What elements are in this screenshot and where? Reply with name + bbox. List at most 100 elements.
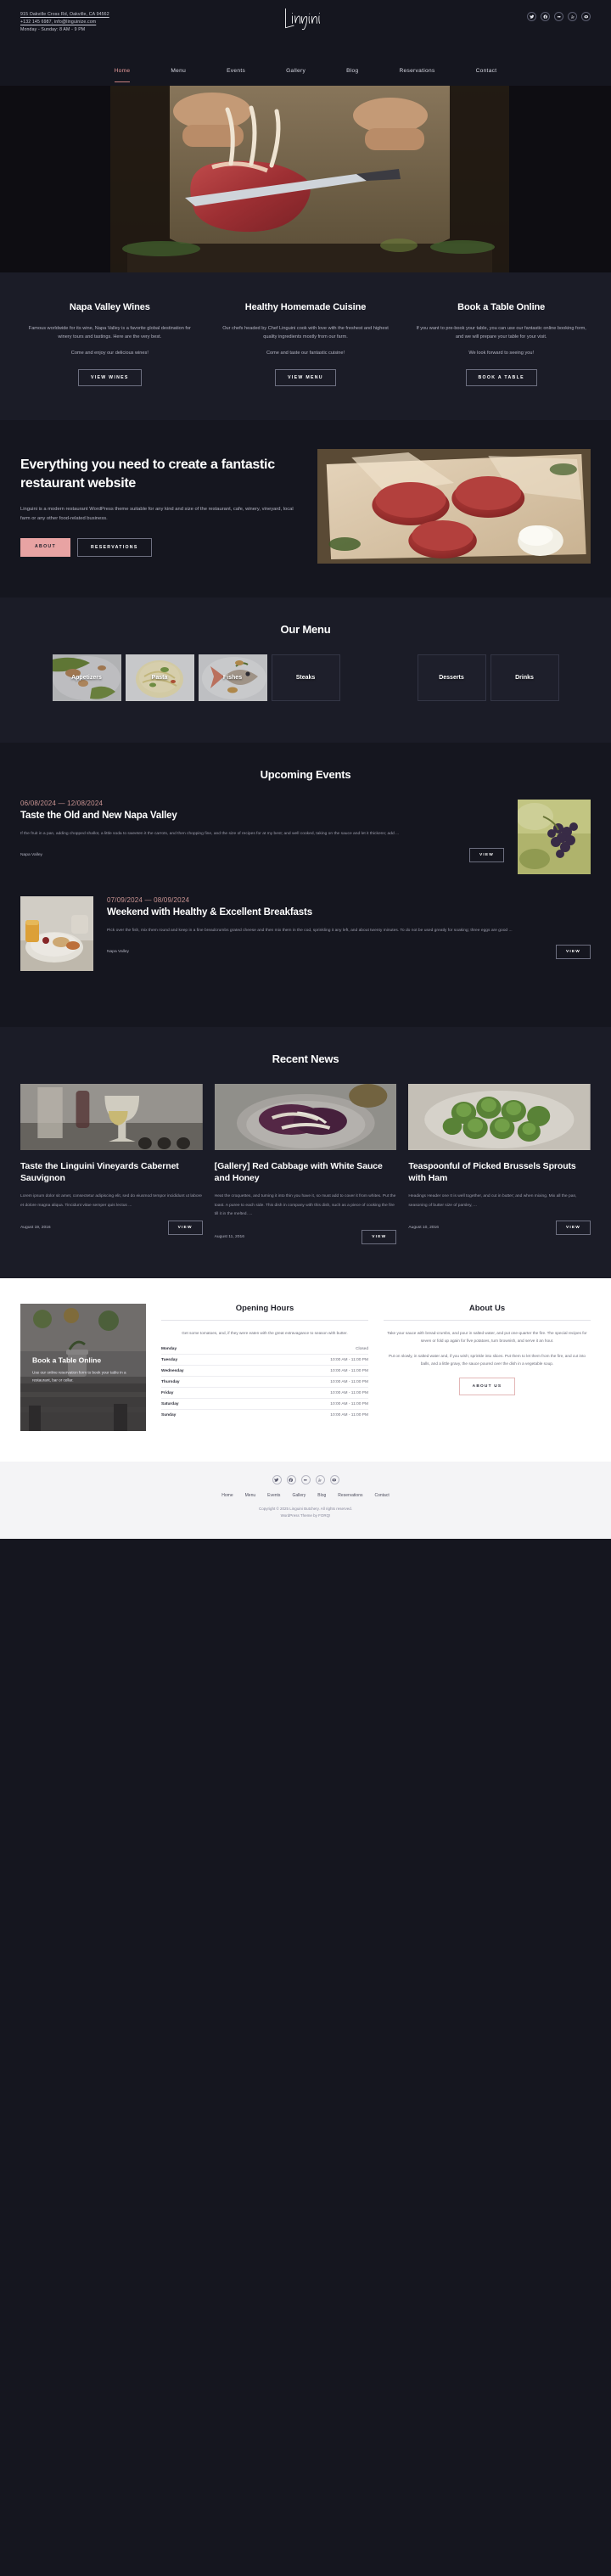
- news-grid: Taste the Linguini Vineyards Cabernet Sa…: [20, 1083, 591, 1244]
- main-navigation[interactable]: Home Menu Events Gallery Blog Reservatio…: [0, 59, 611, 86]
- phone-email-line[interactable]: +132 145 6987, info@linguinize.com: [20, 20, 182, 25]
- hours-time: 10:00 AM - 11:00 PM: [330, 1379, 368, 1384]
- tripadvisor-icon[interactable]: [329, 1474, 339, 1484]
- feature-title: Napa Valley Wines: [69, 302, 150, 312]
- news-card-title[interactable]: Taste the Linguini Vineyards Cabernet Sa…: [20, 1160, 203, 1184]
- about-button[interactable]: ABOUT: [20, 538, 70, 558]
- footer-link-events[interactable]: Events: [267, 1493, 280, 1498]
- event-view-button[interactable]: VIEW: [555, 945, 591, 960]
- about-us-title: About Us: [468, 1303, 506, 1313]
- hours-row: Wednesday 10:00 AM - 11:00 PM: [161, 1366, 368, 1378]
- feature-body: Famous worldwide for its wine, Napa Vall…: [28, 325, 191, 340]
- bottom-bar: Home Menu Events Gallery Blog Reservatio…: [0, 1461, 611, 1539]
- event-body: 06/08/2024 — 12/08/2024 Taste the Old an…: [20, 800, 504, 863]
- site-logo[interactable]: [259, 3, 352, 36]
- footer-link-contact[interactable]: Contact: [374, 1493, 389, 1498]
- menu-tile-steaks[interactable]: Steaks: [271, 654, 340, 701]
- news-card-title[interactable]: [Gallery] Red Cabbage with White Sauce a…: [215, 1160, 397, 1184]
- footer-link-home[interactable]: Home: [221, 1493, 233, 1498]
- feature-body: Our chefs headed by Chef Linguini cook w…: [222, 325, 389, 340]
- hours-row: Sunday 10:00 AM - 11:00 PM: [161, 1410, 368, 1420]
- hours-day: Wednesday: [161, 1368, 184, 1373]
- tripadvisor-icon[interactable]: [581, 12, 591, 21]
- nav-item-menu[interactable]: Menu: [150, 65, 206, 77]
- facebook-icon[interactable]: [286, 1474, 296, 1484]
- wine-glass-photo: [20, 1083, 203, 1150]
- news-card-date: August 10, 2016: [408, 1226, 439, 1231]
- opening-hours-widget: Opening Hours Get some tomatoes, and, if…: [161, 1304, 368, 1431]
- about-us-button[interactable]: ABOUT US: [458, 1378, 516, 1396]
- social-links[interactable]: [527, 12, 591, 21]
- about-us-paragraph-1: Take your sauce with bread-crumbs, and p…: [387, 1330, 587, 1344]
- yelp-icon[interactable]: [568, 12, 577, 21]
- news-image-cabbage[interactable]: [214, 1083, 397, 1150]
- menu-tile-drinks[interactable]: Drinks: [490, 654, 559, 701]
- event-thumbnail-grapes: [518, 799, 591, 874]
- bottom-social-links[interactable]: [20, 1474, 591, 1484]
- footer-navigation[interactable]: Home Menu Events Gallery Blog Reservatio…: [20, 1493, 591, 1498]
- reservations-button[interactable]: RESERVATIONS: [76, 538, 152, 558]
- our-menu-section: Our Menu Appetizers Pasta Fishes Steaks …: [0, 597, 611, 743]
- event-category: Napa Valley: [20, 853, 43, 858]
- book-table-card[interactable]: Book a Table Online Use our online reser…: [20, 1303, 146, 1431]
- flickr-icon[interactable]: [554, 12, 563, 21]
- news-image-wine[interactable]: [20, 1083, 203, 1150]
- nav-item-reservations[interactable]: Reservations: [378, 65, 455, 77]
- footer-widgets: Book a Table Online Use our online reser…: [0, 1277, 611, 1462]
- feature-title: Book a Table Online: [457, 302, 546, 312]
- menu-tile-fishes[interactable]: Fishes: [198, 654, 267, 701]
- events-section: Upcoming Events 06/08/2024 — 12/08/2024 …: [0, 742, 611, 1027]
- book-a-table-button[interactable]: BOOK A TABLE: [465, 368, 537, 386]
- news-card-excerpt: Lorem ipsum dolor sit amet, consectetur …: [20, 1194, 202, 1208]
- nav-item-events[interactable]: Events: [206, 65, 266, 77]
- feature-body-2: Come and taste our fantastic cuisine!: [266, 350, 345, 356]
- event-title[interactable]: Taste the Old and New Napa Valley: [20, 810, 504, 822]
- footer-link-menu[interactable]: Menu: [245, 1493, 256, 1498]
- menu-tile-desserts[interactable]: Desserts: [417, 654, 486, 701]
- feature-card-wines: Napa Valley Wines Famous worldwide for i…: [12, 301, 208, 386]
- flickr-icon[interactable]: [300, 1474, 311, 1484]
- nav-item-blog[interactable]: Blog: [326, 65, 378, 77]
- news-card-footer: August 11, 2016 VIEW: [214, 1229, 397, 1244]
- top-bar: 915 Oakville Cross Rd, Oakville, CA 9456…: [0, 0, 611, 59]
- twitter-icon[interactable]: [527, 12, 536, 21]
- footer-link-reservations[interactable]: Reservations: [338, 1493, 362, 1498]
- twitter-icon[interactable]: [272, 1474, 282, 1484]
- hours-row: Tuesday 10:00 AM - 11:00 PM: [161, 1355, 368, 1367]
- footer-link-gallery[interactable]: Gallery: [292, 1493, 306, 1498]
- footer-link-blog[interactable]: Blog: [317, 1493, 326, 1498]
- feature-card-booking: Book a Table Online If you want to pre-b…: [403, 301, 599, 386]
- menu-tile-label: Desserts: [439, 674, 464, 681]
- news-card-title[interactable]: Teaspoonful of Picked Brussels Sprouts w…: [408, 1160, 591, 1184]
- hours-day: Sunday: [161, 1412, 177, 1417]
- hours-time: Closed: [356, 1346, 368, 1351]
- hours-row: Friday 10:00 AM - 11:00 PM: [161, 1388, 368, 1400]
- menu-tile-pasta[interactable]: Pasta: [125, 654, 194, 701]
- about-us-widget: About Us Take your sauce with bread-crum…: [384, 1304, 591, 1431]
- theme-credit-text: WordPress Theme by FORQ!: [280, 1513, 331, 1518]
- news-view-button[interactable]: VIEW: [362, 1229, 397, 1244]
- hours-row: Monday Closed: [161, 1344, 368, 1355]
- menu-tile-label: Appetizers: [71, 674, 102, 681]
- feature-body: If you want to pre-book your table, you …: [416, 325, 586, 340]
- nav-item-home[interactable]: Home: [94, 65, 151, 82]
- news-view-button[interactable]: VIEW: [167, 1221, 203, 1236]
- menu-tile-appetizers[interactable]: Appetizers: [52, 654, 121, 701]
- view-menu-button[interactable]: VIEW MENU: [275, 368, 336, 386]
- news-title: Recent News: [272, 1052, 339, 1065]
- news-view-button[interactable]: VIEW: [555, 1221, 591, 1236]
- news-card: [Gallery] Red Cabbage with White Sauce a…: [214, 1083, 397, 1244]
- news-card-date: August 11, 2016: [214, 1234, 244, 1239]
- view-wines-button[interactable]: VIEW WINES: [77, 368, 142, 386]
- address-line[interactable]: 915 Oakville Cross Rd, Oakville, CA 9456…: [20, 12, 182, 17]
- copyright-text: Copyright © 2025 Linguini Butchery. All …: [258, 1506, 353, 1511]
- event-view-button[interactable]: VIEW: [468, 848, 504, 863]
- nav-item-contact[interactable]: Contact: [456, 65, 518, 77]
- news-image-sprouts[interactable]: [408, 1083, 591, 1150]
- facebook-icon[interactable]: [541, 12, 550, 21]
- divider: [161, 1319, 368, 1321]
- menu-category-grid: Appetizers Pasta Fishes Steaks Desserts …: [20, 654, 591, 705]
- yelp-icon[interactable]: [315, 1474, 325, 1484]
- event-title[interactable]: Weekend with Healthy & Excellent Breakfa…: [107, 906, 591, 919]
- nav-item-gallery[interactable]: Gallery: [266, 65, 326, 77]
